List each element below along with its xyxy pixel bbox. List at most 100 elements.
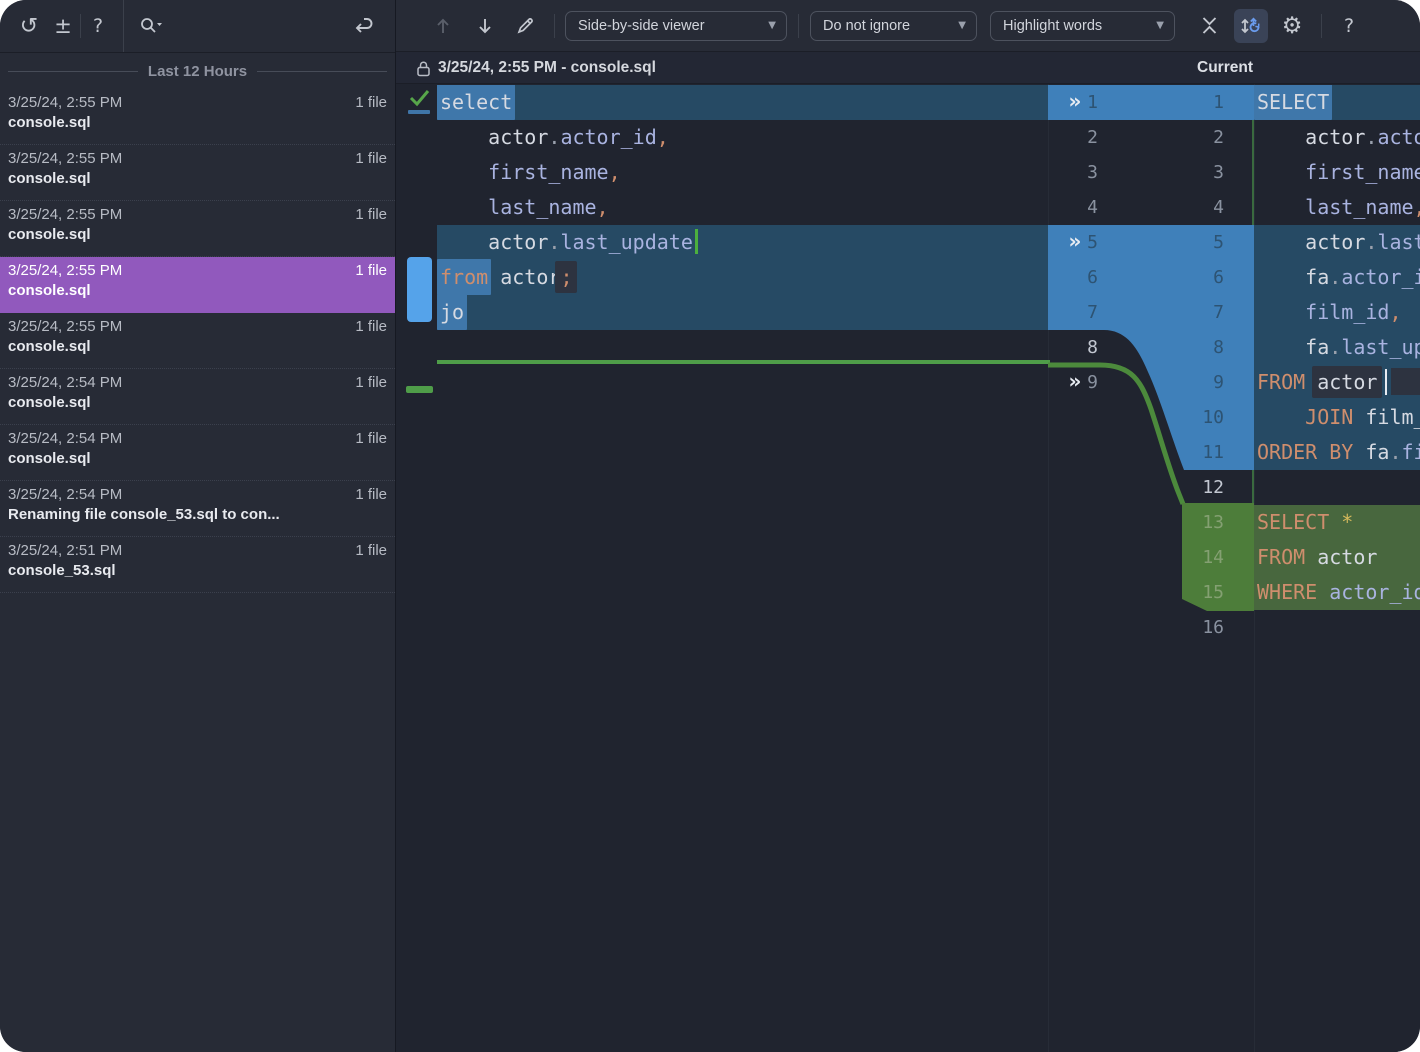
entry-date: 3/25/24, 2:55 PM (8, 318, 123, 335)
search-icon[interactable] (130, 9, 174, 43)
diff-toolbar: Side-by-side viewer ▼ Do not ignore ▼ Hi… (396, 0, 1420, 52)
history-list: 3/25/24, 2:55 PM 1 file console.sql 3/25/24… (0, 89, 395, 593)
right-line-number-2: 2 (1213, 127, 1224, 148)
entry-date: 3/25/24, 2:55 PM (8, 206, 123, 223)
right-line-15: WHERE actor_id (1254, 575, 1420, 610)
right-line-1: SELECT (1254, 85, 1420, 120)
entry-label: console.sql (8, 450, 91, 467)
diff-headers: 3/25/24, 2:55 PM - console.sql Current (396, 52, 1420, 84)
edit-icon[interactable] (508, 9, 542, 43)
changed-lines-marker[interactable] (407, 257, 432, 322)
history-entry-3[interactable]: 3/25/24, 2:55 PM 1 file console.sql (0, 201, 395, 257)
left-line-number-4: 4 (1087, 197, 1098, 218)
entry-file-count: 1 file (355, 486, 387, 503)
revision-title: 3/25/24, 2:55 PM - console.sql (416, 52, 656, 84)
entry-label: console.sql (8, 114, 91, 131)
search-divider (123, 0, 124, 52)
history-entry-6[interactable]: 3/25/24, 2:54 PM 1 file console.sql (0, 369, 395, 425)
history-entry-5[interactable]: 3/25/24, 2:55 PM 1 file console.sql (0, 313, 395, 369)
entry-date: 3/25/24, 2:55 PM (8, 150, 123, 167)
entry-label: console.sql (8, 282, 91, 299)
right-line-number-12: 12 (1202, 477, 1224, 498)
right-line-12 (1254, 470, 1420, 505)
history-period-label: Last 12 Hours (147, 62, 248, 80)
left-line-5: actor.last_update (437, 225, 1048, 260)
entry-file-count: 1 file (355, 150, 387, 167)
right-line-number-5: 5 (1213, 232, 1224, 253)
entry-date: 3/25/24, 2:55 PM (8, 94, 123, 111)
history-entry-8[interactable]: 3/25/24, 2:54 PM 1 file Renaming file cons… (0, 481, 395, 537)
right-line-number-10: 10 (1202, 407, 1224, 428)
history-entry-4[interactable]: 3/25/24, 2:55 PM 1 file console.sql (0, 257, 395, 313)
left-line-number-7: 7 (1087, 302, 1098, 323)
collapse-unchanged-icon[interactable] (1192, 9, 1226, 43)
right-line-2: actor.actor_id, (1305, 125, 1420, 149)
right-line-13: SELECT * (1254, 505, 1420, 540)
insert-caret (694, 229, 698, 254)
left-line-number-8: 8 (1087, 337, 1098, 358)
right-line-14: FROM actor (1254, 540, 1420, 575)
left-line-6: from actor; (437, 259, 1048, 295)
applied-check-icon (408, 88, 434, 114)
entry-label: console.sql (8, 170, 91, 187)
viewer-mode-label: Side-by-side viewer (578, 17, 705, 34)
right-line-number-1: 1 (1213, 92, 1224, 113)
diff-icon[interactable]: ± (46, 9, 80, 43)
viewer-mode-dropdown[interactable]: Side-by-side viewer ▼ (565, 10, 787, 41)
rollback-icon[interactable] (347, 9, 381, 43)
left-line-number-6: 6 (1087, 267, 1098, 288)
entry-label: console_53.sql (8, 562, 116, 579)
highlight-mode-label: Highlight words (1003, 17, 1103, 34)
help-icon[interactable]: ? (1332, 9, 1366, 43)
highlight-mode-dropdown[interactable]: Highlight words ▼ (990, 10, 1175, 41)
left-line-9 (437, 365, 1048, 400)
entry-file-count: 1 file (355, 542, 387, 559)
entry-date: 3/25/24, 2:55 PM (8, 262, 123, 279)
left-line-7: jo (437, 294, 1048, 330)
history-entry-1[interactable]: 3/25/24, 2:55 PM 1 file console.sql (0, 89, 395, 145)
history-entry-7[interactable]: 3/25/24, 2:54 PM 1 file console.sql (0, 425, 395, 481)
left-code-pane[interactable]: select actor.actor_id, first_name, last_… (437, 85, 1048, 654)
added-lines-marker[interactable] (406, 386, 433, 393)
help-icon[interactable]: ? (81, 9, 115, 43)
right-code-pane[interactable]: SELECT actor.actor_id, first_name, last_… (1254, 85, 1420, 730)
right-line-number-9: 9 (1213, 372, 1224, 393)
toolbar-divider (798, 13, 799, 38)
apply-change-chevron[interactable]: » (1058, 85, 1092, 120)
entry-label: console.sql (8, 338, 91, 355)
right-line-number-7: 7 (1213, 302, 1224, 323)
header-rule-right (257, 70, 388, 72)
next-change-icon[interactable] (468, 9, 502, 43)
ignore-policy-dropdown[interactable]: Do not ignore ▼ (810, 10, 977, 41)
left-line-4: last_name, (488, 195, 609, 219)
history-entry-2[interactable]: 3/25/24, 2:55 PM 1 file console.sql (0, 145, 395, 201)
header-rule-left (8, 70, 138, 72)
insertion-line (437, 360, 1050, 364)
toolbar-divider (1321, 13, 1322, 38)
revert-icon[interactable]: ↺ (12, 9, 46, 43)
right-line-4: last_name, (1305, 195, 1420, 219)
left-line-1: select (437, 85, 1048, 120)
entry-file-count: 1 file (355, 430, 387, 447)
chevron-down-icon: ▼ (768, 20, 776, 31)
sync-scroll-icon[interactable] (1234, 8, 1268, 43)
current-title: Current (1197, 59, 1253, 76)
entry-label: Renaming file console_53.sql to con... (8, 506, 280, 523)
apply-change-chevron[interactable]: » (1058, 225, 1092, 260)
check-underline (408, 110, 430, 114)
settings-icon[interactable]: ⚙ (1275, 9, 1309, 43)
apply-change-chevron[interactable]: » (1058, 365, 1092, 400)
right-line-5: actor.last_update, (1254, 225, 1420, 260)
text-cursor (1385, 368, 1388, 395)
diff-editor[interactable]: select actor.actor_id, first_name, last_… (396, 84, 1420, 1052)
prev-change-icon[interactable] (426, 9, 460, 43)
right-line-number-11: 11 (1202, 442, 1224, 463)
entry-file-count: 1 file (355, 206, 387, 223)
entry-file-count: 1 file (355, 374, 387, 391)
diff-bridge: 1» 2 3 4 5» 6 7 8 9» 1 2 3 4 5 6 7 8 9 10 11 12 13 14 15 16 (1048, 84, 1254, 684)
history-entry-9[interactable]: 3/25/24, 2:51 PM 1 file console_53.sql (0, 537, 395, 593)
right-line-7: film_id, (1254, 295, 1420, 330)
left-line-3: first_name, (488, 160, 621, 184)
right-line-9: FROM actor (1254, 365, 1420, 400)
entry-date: 3/25/24, 2:51 PM (8, 542, 123, 559)
